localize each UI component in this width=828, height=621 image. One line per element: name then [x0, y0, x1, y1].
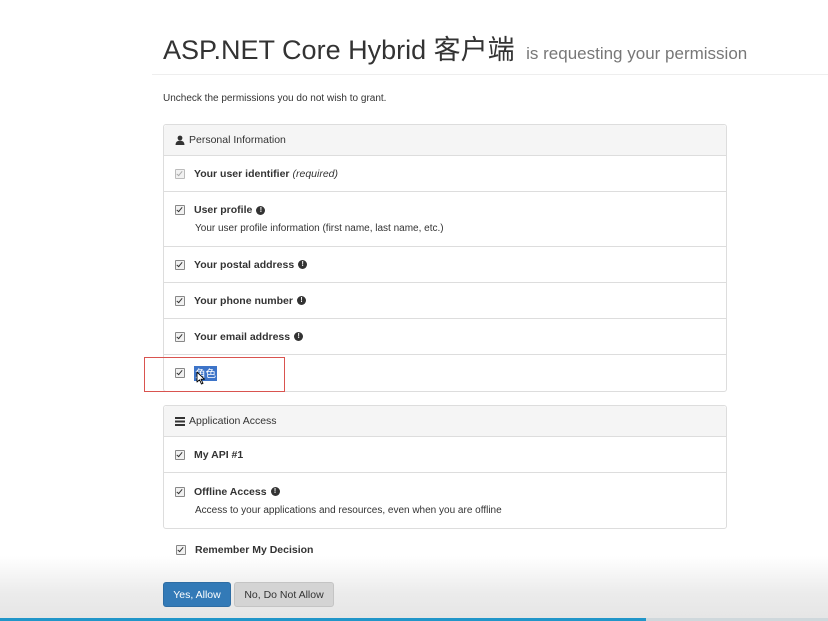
scope-item-email-address: Your email address !	[164, 319, 726, 355]
user-icon	[175, 135, 185, 145]
scope-item-offline-access: Offline Access ! Access to your applicat…	[164, 473, 726, 528]
info-icon: !	[256, 205, 266, 215]
scope-item-user-profile: User profile ! Your user profile informa…	[164, 192, 726, 247]
scope-item-phone-number: Your phone number !	[164, 283, 726, 319]
allow-button[interactable]: Yes, Allow	[163, 582, 231, 607]
my-api-checkbox[interactable]	[175, 449, 185, 460]
remember-decision-label[interactable]: Remember My Decision	[195, 544, 313, 556]
client-name: ASP.NET Core Hybrid 客户端	[163, 35, 515, 65]
deny-button[interactable]: No, Do Not Allow	[234, 582, 334, 607]
personal-information-heading: Personal Information	[164, 125, 726, 156]
postal-address-checkbox[interactable]	[175, 259, 185, 270]
user-profile-description: Your user profile information (first nam…	[195, 223, 444, 234]
user-profile-label[interactable]: User profile	[194, 204, 252, 216]
mouse-cursor-icon	[196, 371, 206, 390]
user-identifier-label: Your user identifier	[194, 167, 290, 180]
email-address-label[interactable]: Your email address	[194, 331, 290, 343]
personal-information-panel: Personal Information Your user identifie…	[163, 124, 727, 392]
panel-heading-label: Application Access	[189, 415, 277, 427]
offline-access-label[interactable]: Offline Access	[194, 486, 267, 498]
offline-access-description: Access to your applications and resource…	[195, 504, 502, 516]
requesting-text: is requesting your permission	[526, 44, 748, 63]
offline-access-checkbox[interactable]	[175, 486, 185, 497]
application-access-heading: Application Access	[164, 406, 726, 437]
annotation-highlight-box	[144, 357, 285, 392]
scope-item-my-api: My API #1	[164, 437, 726, 473]
required-note: (required)	[292, 167, 339, 180]
info-icon: !	[296, 296, 306, 305]
page-title: ASP.NET Core Hybrid 客户端 is requesting yo…	[163, 28, 747, 67]
postal-address-label[interactable]: Your postal address	[194, 259, 294, 271]
phone-number-checkbox[interactable]	[175, 295, 185, 306]
remember-decision[interactable]: Remember My Decision	[176, 544, 313, 556]
info-icon: !	[298, 260, 308, 269]
info-icon: !	[294, 332, 304, 341]
info-icon: !	[270, 487, 280, 496]
bottom-fade-overlay	[0, 556, 828, 618]
remember-decision-checkbox[interactable]	[176, 545, 186, 555]
panel-heading-label: Personal Information	[189, 134, 286, 146]
list-icon	[175, 416, 185, 426]
instruction-text: Uncheck the permissions you do not wish …	[163, 93, 387, 104]
user-profile-checkbox[interactable]	[175, 205, 185, 215]
scope-item-postal-address: Your postal address !	[164, 247, 726, 283]
user-identifier-checkbox	[175, 168, 185, 179]
title-divider	[152, 74, 828, 75]
phone-number-label[interactable]: Your phone number	[194, 295, 293, 307]
consent-page: ASP.NET Core Hybrid 客户端 is requesting yo…	[0, 0, 828, 621]
scope-item-user-identifier: Your user identifier (required)	[164, 156, 726, 192]
application-access-panel: Application Access My API #1 Offline Acc…	[163, 405, 727, 529]
email-address-checkbox[interactable]	[175, 331, 185, 342]
my-api-label[interactable]: My API #1	[194, 449, 243, 461]
